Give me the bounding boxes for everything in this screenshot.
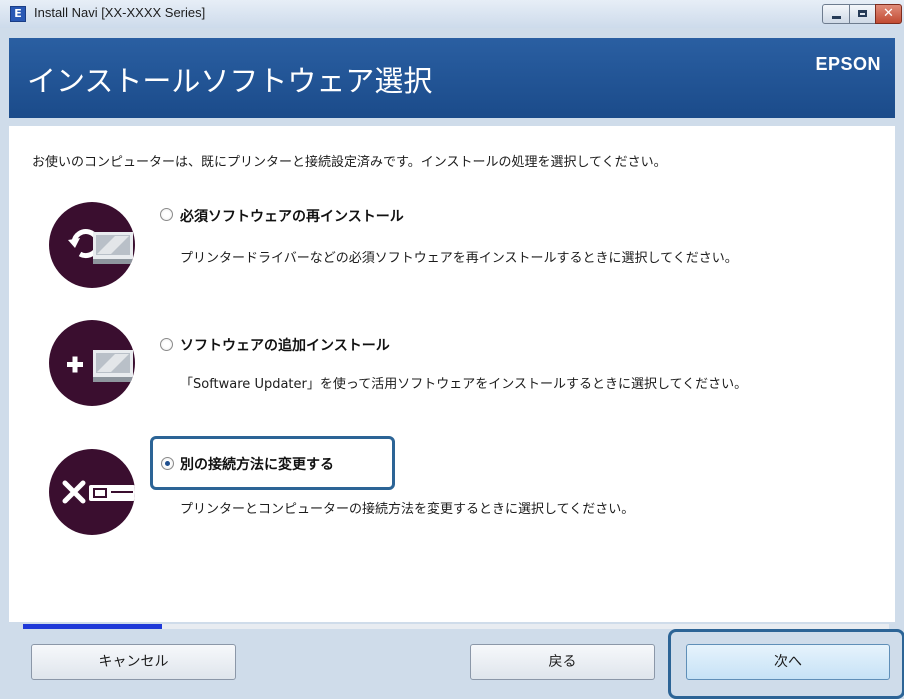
main-content: お使いのコンピューターは、既にプリンターと接続設定済みです。インストールの処理を… bbox=[9, 126, 895, 629]
title-bar[interactable]: E Install Navi [XX-XXXX Series] ✕ bbox=[0, 0, 904, 28]
instruction-text: お使いのコンピューターは、既にプリンターと接続設定済みです。インストールの処理を… bbox=[32, 155, 667, 170]
back-button[interactable]: 戻る bbox=[470, 644, 655, 680]
maximize-button[interactable] bbox=[849, 4, 876, 24]
page-header: インストールソフトウェア選択 EPSON bbox=[9, 38, 895, 118]
close-button[interactable]: ✕ bbox=[875, 4, 902, 24]
footer-bar: キャンセル 戻る 次へ bbox=[0, 629, 904, 699]
progress-fill bbox=[23, 624, 162, 629]
add-install-radio[interactable] bbox=[160, 338, 173, 351]
installer-window: E Install Navi [XX-XXXX Series] ✕ インストール… bbox=[0, 0, 904, 699]
reinstall-option-label[interactable]: 必須ソフトウェアの再インストール bbox=[180, 206, 404, 226]
add-install-option-description: 「Software Updater」を使って活用ソフトウェアをインストールすると… bbox=[180, 377, 748, 392]
cancel-button[interactable]: キャンセル bbox=[31, 644, 236, 680]
change-connection-radio[interactable] bbox=[161, 457, 174, 470]
maximize-icon bbox=[858, 10, 867, 17]
next-button[interactable]: 次へ bbox=[686, 644, 890, 680]
reinstall-option-description: プリンタードライバーなどの必須ソフトウェアを再インストールするときに選択してくだ… bbox=[180, 251, 738, 266]
add-install-icon bbox=[49, 320, 135, 406]
reinstall-radio[interactable] bbox=[160, 208, 173, 221]
change-connection-option-label[interactable]: 別の接続方法に変更する bbox=[180, 454, 334, 474]
change-connection-option-description: プリンターとコンピューターの接続方法を変更するときに選択してください。 bbox=[180, 502, 635, 517]
close-icon: ✕ bbox=[883, 6, 894, 21]
minimize-icon bbox=[832, 16, 841, 19]
reinstall-icon bbox=[49, 202, 135, 288]
add-install-option-label[interactable]: ソフトウェアの追加インストール bbox=[180, 335, 390, 355]
app-icon: E bbox=[10, 6, 26, 22]
change-connection-icon bbox=[49, 449, 135, 535]
brand-logo: EPSON bbox=[815, 54, 881, 74]
minimize-button[interactable] bbox=[822, 4, 850, 24]
page-title: インストールソフトウェア選択 bbox=[27, 64, 433, 98]
window-title: Install Navi [XX-XXXX Series] bbox=[34, 5, 206, 20]
